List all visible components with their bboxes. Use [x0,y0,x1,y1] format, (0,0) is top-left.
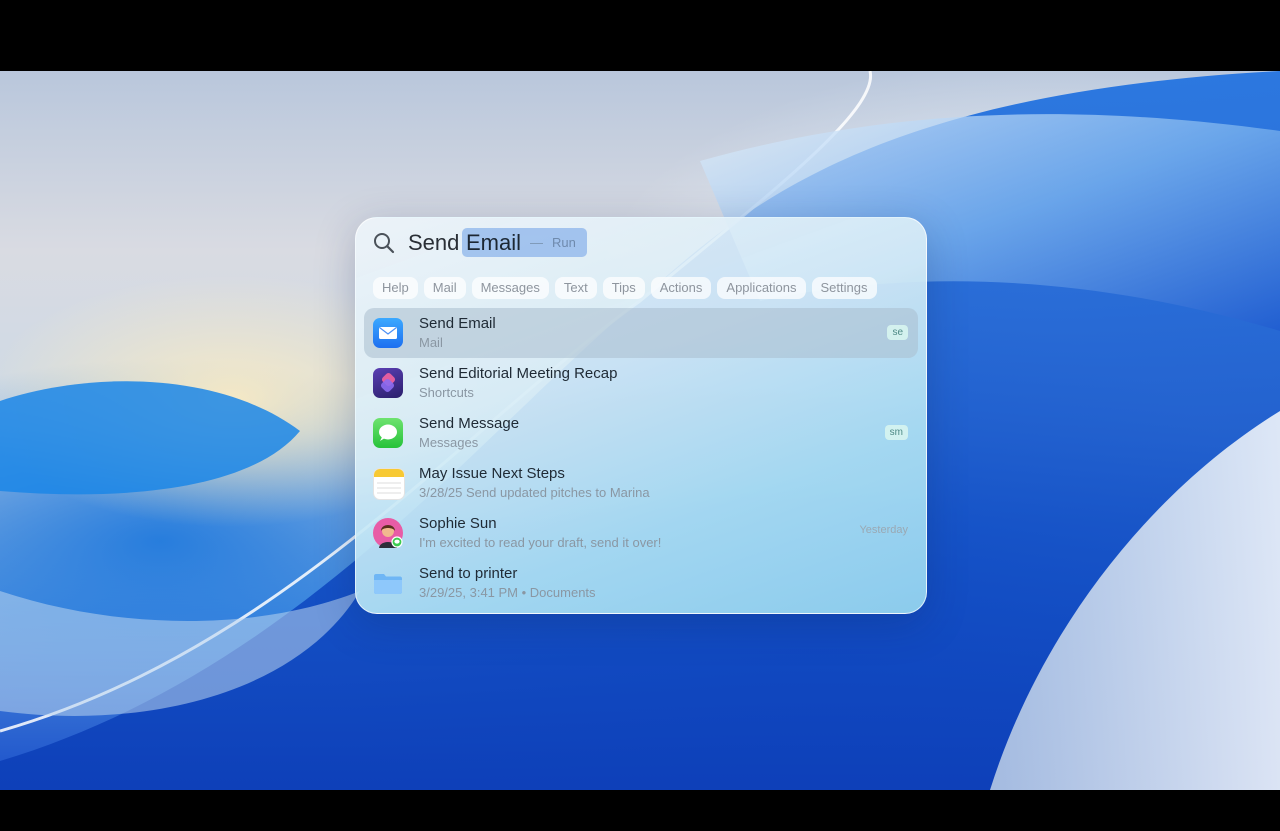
result-timestamp: Yesterday [859,524,908,536]
shortcut-badge: se [887,325,908,340]
result-subtitle: Messages [419,435,479,450]
spotlight-panel: Send Email — Run Help Mail Messages Text… [355,217,927,614]
notes-icon [373,468,405,500]
filter-chip-text[interactable]: Text [554,277,597,299]
avatar-icon [373,518,403,548]
filter-chip-applications[interactable]: Applications [717,277,806,299]
search-query[interactable]: Send [408,230,459,256]
result-title: Sophie Sun [419,515,497,532]
filter-chips: Help Mail Messages Text Tips Actions App… [373,277,877,299]
result-send-to-printer[interactable]: Send to printer 3/29/25, 3:41 PM • Docum… [364,558,918,608]
result-send-email[interactable]: Send Email Mail se [364,308,918,358]
filter-chip-tips[interactable]: Tips [602,277,645,299]
filter-chip-help[interactable]: Help [373,277,418,299]
result-send-message[interactable]: Send Message Messages sm [364,408,918,458]
filter-chip-actions[interactable]: Actions [650,277,712,299]
result-send-editorial-meeting-recap[interactable]: Send Editorial Meeting Recap Shortcuts [364,358,918,408]
result-title: Send Email [419,315,496,332]
search-bar[interactable]: Send Email — Run [356,218,926,270]
shortcut-badge: sm [884,425,908,440]
result-sophie-sun[interactable]: Sophie Sun I'm excited to read your draf… [364,508,918,558]
letterbox-bottom [0,790,1280,831]
mail-icon [373,318,403,348]
shortcuts-icon [373,368,403,398]
result-subtitle: I'm excited to read your draft, send it … [419,535,662,550]
suggestion-action-hint: Run [552,235,576,250]
filter-chip-mail[interactable]: Mail [423,277,466,299]
search-icon [374,233,395,254]
result-subtitle: 3/29/25, 3:41 PM • Documents [419,585,596,600]
result-subtitle: Shortcuts [419,385,474,400]
result-subtitle: Mail [419,335,443,350]
suggestion-text: Email [466,230,522,255]
result-title: Send Editorial Meeting Recap [419,365,618,382]
query-suggestion[interactable]: Email — Run [462,228,587,257]
filter-chip-messages[interactable]: Messages [471,277,549,299]
letterbox-top [0,0,1280,71]
result-title: Send to printer [419,565,518,582]
result-may-issue-next-steps[interactable]: May Issue Next Steps 3/28/25 Send update… [364,458,918,508]
suggestion-separator: — [530,235,543,250]
folder-icon [373,568,403,598]
result-subtitle: 3/28/25 Send updated pitches to Marina [419,485,650,500]
result-title: Send Message [419,415,520,432]
result-title: May Issue Next Steps [419,465,565,482]
filter-chip-settings[interactable]: Settings [811,277,877,299]
messages-icon [373,418,403,448]
results-list: Send Email Mail se Send Editorial Meetin… [364,308,918,608]
